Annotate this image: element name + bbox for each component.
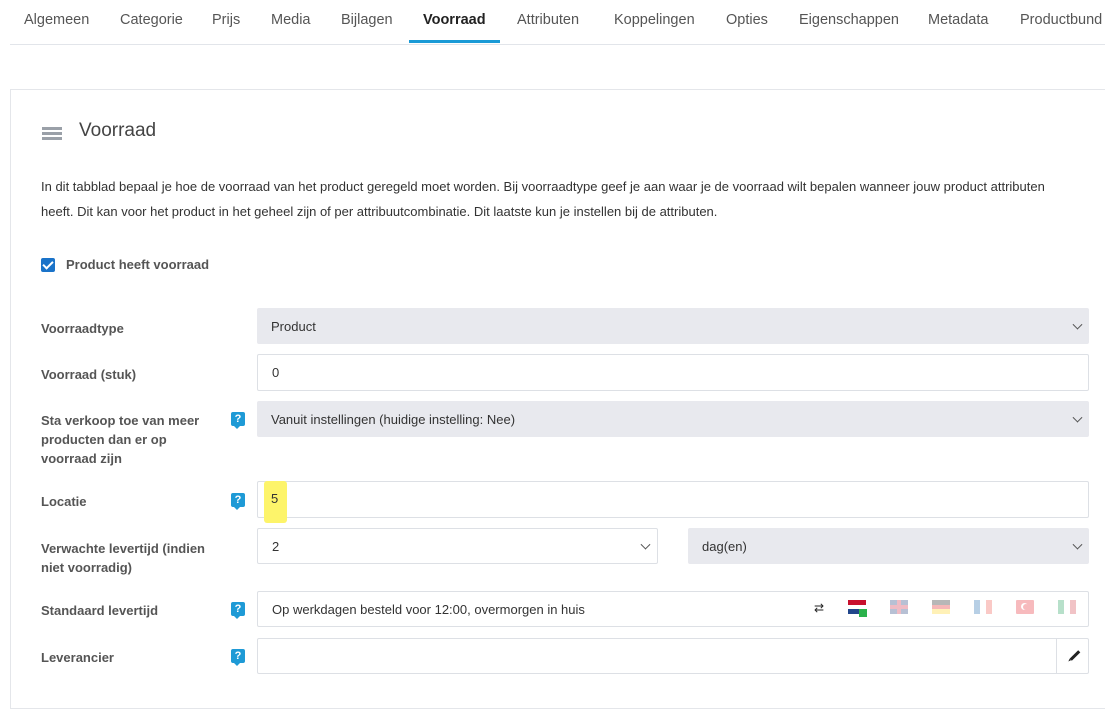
stock-qty-input[interactable]: 0	[257, 354, 1089, 391]
pencil-icon	[1069, 650, 1081, 661]
fr-flag-icon[interactable]	[974, 600, 992, 614]
tab-algemeen[interactable]: Algemeen	[24, 0, 89, 43]
tab-bar: Algemeen Categorie Prijs Media Bijlagen …	[10, 0, 1105, 45]
stock-type-value: Product	[271, 318, 316, 334]
supplier-input[interactable]	[257, 638, 1089, 674]
help-icon[interactable]: ?	[231, 649, 245, 666]
stock-qty-label: Voorraad (stuk)	[41, 367, 137, 382]
tab-voorraad[interactable]: Voorraad	[409, 0, 500, 43]
swap-icon[interactable]: ⇄	[814, 601, 824, 615]
de-flag-icon[interactable]	[932, 600, 950, 615]
chevron-down-icon	[1072, 319, 1083, 330]
std-lead-time-value: Op werkdagen besteld voor 12:00, overmor…	[272, 601, 585, 617]
lead-time-unit-value: dag(en)	[702, 538, 747, 554]
lead-time-select[interactable]: 2	[257, 528, 658, 564]
lead-time-label: Verwachte levertijd (indien niet voorrad…	[41, 541, 205, 575]
edit-pencil-button[interactable]	[1056, 638, 1089, 673]
location-label: Locatie	[41, 494, 87, 509]
oversell-value: Vanuit instellingen (huidige instelling:…	[271, 411, 516, 427]
oversell-select[interactable]: Vanuit instellingen (huidige instelling:…	[257, 401, 1089, 437]
location-input[interactable]	[257, 481, 1089, 518]
has-stock-label[interactable]: Product heeft voorraad	[66, 257, 209, 272]
it-flag-icon[interactable]	[1058, 600, 1076, 614]
tab-bijlagen[interactable]: Bijlagen	[341, 0, 393, 43]
stock-type-select[interactable]: Product	[257, 308, 1089, 344]
help-icon[interactable]: ?	[231, 412, 245, 429]
tab-prijs[interactable]: Prijs	[212, 0, 240, 43]
has-stock-checkbox[interactable]	[41, 256, 55, 274]
chevron-down-icon	[640, 539, 651, 550]
tab-attributen[interactable]: Attributen	[517, 0, 579, 43]
std-lead-time-input[interactable]: Op werkdagen besteld voor 12:00, overmor…	[257, 591, 1089, 627]
location-value: 5	[271, 491, 279, 506]
lead-time-value: 2	[272, 538, 280, 554]
help-icon[interactable]: ?	[231, 602, 245, 619]
tab-opties[interactable]: Opties	[726, 0, 768, 43]
stock-type-label: Voorraadtype	[41, 321, 124, 336]
gb-flag-icon[interactable]	[890, 600, 908, 614]
std-lead-time-label: Standaard levertijd	[41, 603, 159, 618]
section-title: Voorraad	[79, 120, 157, 141]
nl-flag-icon[interactable]	[848, 600, 867, 617]
lead-time-unit-select[interactable]: dag(en)	[688, 528, 1089, 564]
tab-koppelingen[interactable]: Koppelingen	[614, 0, 695, 43]
supplier-label: Leverancier	[41, 650, 114, 665]
list-icon	[42, 127, 62, 141]
tr-flag-icon[interactable]	[1016, 600, 1034, 614]
tab-eigenschappen[interactable]: Eigenschappen	[799, 0, 899, 43]
tab-categorie[interactable]: Categorie	[120, 0, 183, 43]
tab-productbundels[interactable]: Productbund	[1020, 0, 1102, 43]
section-header	[42, 122, 62, 146]
stock-qty-value: 0	[272, 365, 280, 380]
tab-media[interactable]: Media	[271, 0, 311, 43]
tab-metadata[interactable]: Metadata	[928, 0, 988, 43]
chevron-down-icon	[1072, 539, 1083, 550]
intro-text: In dit tabblad bepaal je hoe de voorraad…	[41, 179, 1045, 219]
oversell-label: Sta verkoop toe van meer producten dan e…	[41, 413, 200, 466]
chevron-down-icon	[1072, 412, 1083, 423]
checkbox-checked-icon[interactable]	[41, 258, 55, 272]
help-icon[interactable]: ?	[231, 493, 245, 510]
